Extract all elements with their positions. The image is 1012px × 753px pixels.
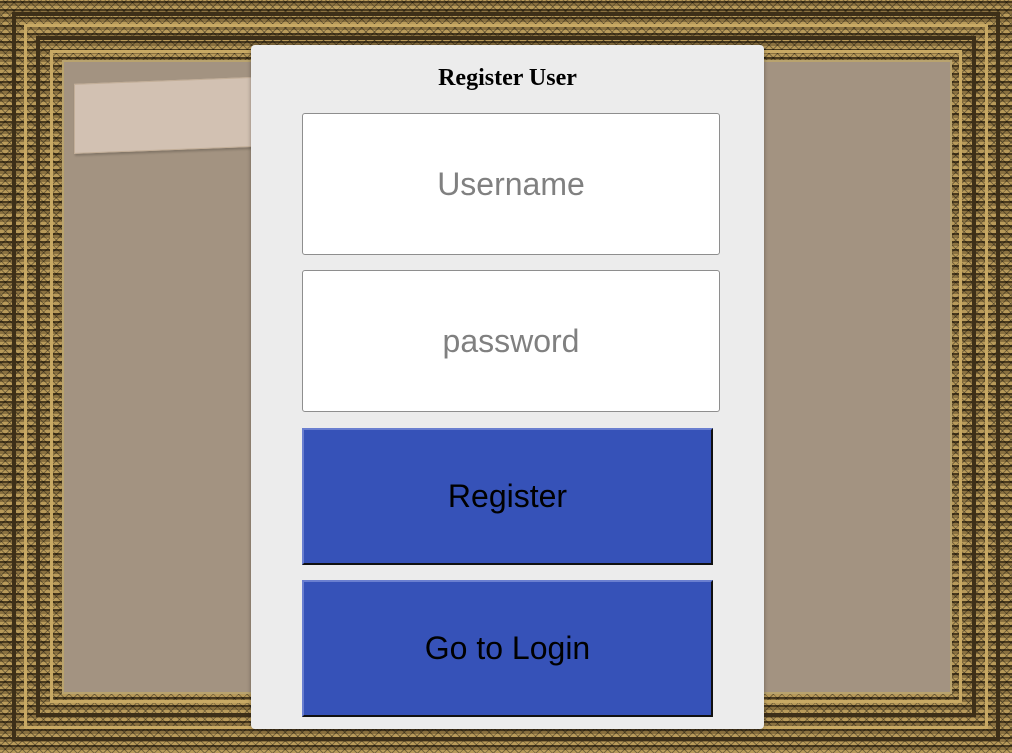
username-input[interactable] xyxy=(302,113,720,255)
register-dialog: Register User Register Go to Login xyxy=(251,45,764,729)
go-to-login-button[interactable]: Go to Login xyxy=(302,580,713,717)
password-input[interactable] xyxy=(302,270,720,412)
paper-note xyxy=(74,76,276,154)
dialog-title: Register User xyxy=(438,65,577,91)
register-button[interactable]: Register xyxy=(302,428,713,565)
